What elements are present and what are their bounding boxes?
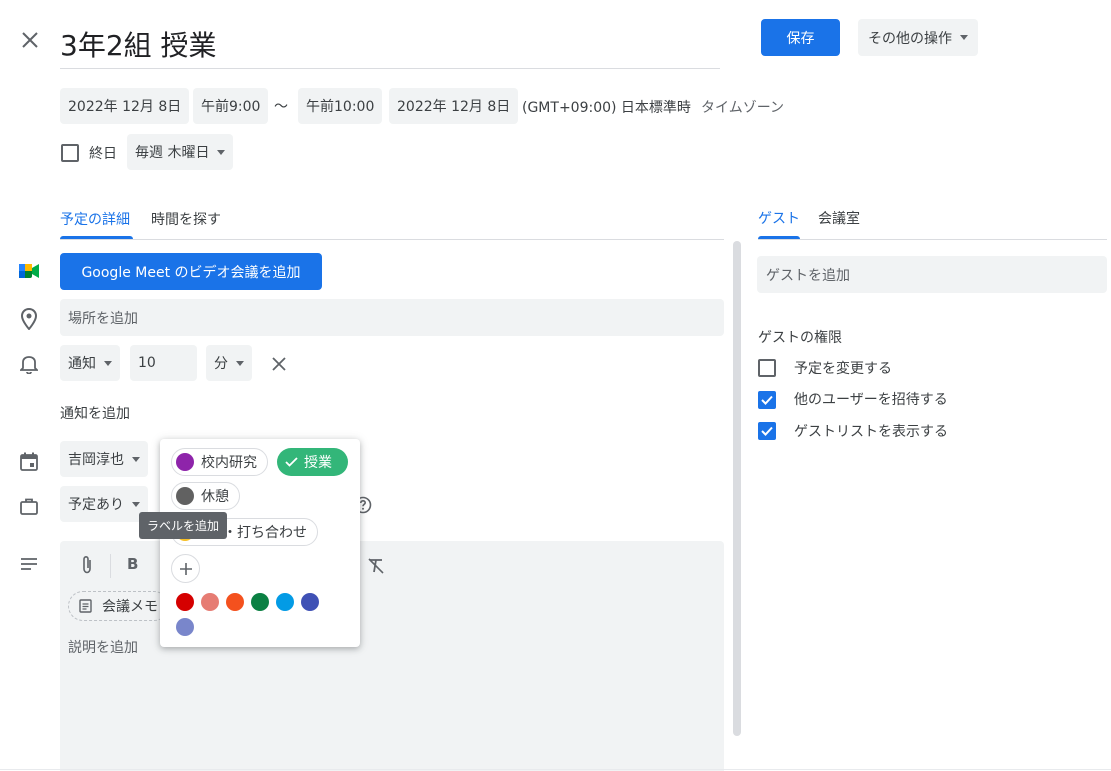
start-time-field[interactable]: 午前9:00: [193, 88, 269, 124]
right-tabs-divider: [758, 239, 1107, 240]
chevron-down-icon: [217, 149, 226, 155]
tab-rooms[interactable]: 会議室: [818, 208, 860, 228]
guest-permissions-title: ゲストの権限: [758, 330, 842, 346]
description-lines-icon: [18, 555, 40, 573]
label-color-dot: [176, 487, 194, 505]
label-name: 授業: [304, 455, 332, 471]
chevron-down-icon: [132, 501, 140, 507]
chevron-down-icon: [104, 360, 112, 366]
meeting-notes-chip[interactable]: 会議メモ: [68, 591, 169, 621]
start-date-field[interactable]: 2022年 12月 8日: [60, 88, 190, 124]
add-notification-link[interactable]: 通知を追加: [60, 403, 130, 423]
bottom-divider: [0, 769, 1111, 770]
notification-unit-dropdown[interactable]: 分: [206, 345, 252, 381]
color-swatch-tangerine[interactable]: [226, 593, 244, 611]
label-chip-class-selected[interactable]: 授業: [277, 448, 348, 476]
tab-find-time[interactable]: 時間を探す: [151, 209, 221, 229]
checkmark-icon: [761, 395, 773, 405]
notification-value-input[interactable]: 10: [130, 345, 197, 381]
all-day-label: 終日: [89, 146, 117, 162]
location-input[interactable]: 場所を追加: [60, 299, 724, 336]
notification-unit-label: 分: [214, 356, 228, 372]
checkmark-icon: [285, 457, 298, 467]
permission-see-guest-list-label: ゲストリストを表示する: [794, 424, 948, 440]
availability-dropdown[interactable]: 予定あり: [60, 486, 148, 522]
color-swatch-flamingo[interactable]: [201, 593, 219, 611]
label-popup: 校内研究 授業 休憩 ・打ち合わせ: [160, 439, 360, 647]
permission-modify-event-label: 予定を変更する: [794, 361, 892, 377]
add-label-button[interactable]: [171, 554, 200, 583]
timezone-text: (GMT+09:00) 日本標準時: [522, 100, 691, 116]
remove-notification-icon[interactable]: [269, 354, 289, 374]
bell-icon: [18, 353, 40, 375]
color-swatch-peacock[interactable]: [276, 593, 294, 611]
notification-type-dropdown[interactable]: 通知: [60, 345, 120, 381]
clear-formatting-icon[interactable]: [366, 556, 386, 576]
close-icon[interactable]: [18, 28, 42, 52]
briefcase-icon: [18, 495, 40, 517]
label-name: 校内研究: [201, 455, 257, 471]
permission-invite-others-label: 他のユーザーを招待する: [794, 392, 948, 408]
location-pin-icon: [18, 308, 40, 330]
end-date-field[interactable]: 2022年 12月 8日: [389, 88, 519, 124]
repeat-dropdown[interactable]: 毎週 木曜日: [127, 134, 234, 170]
attachment-icon[interactable]: [77, 555, 97, 575]
timezone-link[interactable]: タイムゾーン: [701, 97, 784, 117]
tab-event-details[interactable]: 予定の詳細: [60, 209, 130, 229]
tabs-divider: [60, 239, 724, 240]
title-underline: [60, 68, 720, 69]
label-color-dot: [176, 453, 194, 471]
all-day-checkbox[interactable]: [61, 144, 79, 162]
tab-guests[interactable]: ゲスト: [758, 208, 800, 228]
meeting-notes-label: 会議メモ: [102, 599, 158, 615]
add-google-meet-button[interactable]: Google Meet のビデオ会議を追加: [60, 253, 322, 290]
color-swatch-tomato[interactable]: [176, 593, 194, 611]
time-separator: 〜: [274, 99, 288, 115]
calendar-owner-dropdown[interactable]: 吉岡淳也: [60, 441, 148, 477]
bold-icon[interactable]: B: [127, 555, 138, 573]
calendar-owner-label: 吉岡淳也: [68, 452, 124, 468]
availability-label: 予定あり: [68, 497, 124, 513]
google-meet-icon: [18, 262, 40, 280]
more-actions-button[interactable]: その他の操作: [858, 19, 978, 56]
end-time-field[interactable]: 午前10:00: [298, 88, 383, 124]
label-name: ・打ち合わせ: [223, 525, 307, 541]
scrollbar[interactable]: [733, 241, 741, 736]
description-placeholder: 説明を追加: [68, 640, 138, 656]
repeat-label: 毎週 木曜日: [135, 145, 210, 161]
calendar-icon: [18, 450, 40, 472]
label-chip-break[interactable]: 休憩: [171, 482, 240, 510]
chevron-down-icon: [960, 35, 968, 40]
checkmark-icon: [761, 426, 773, 436]
color-swatch-blueberry[interactable]: [301, 593, 319, 611]
color-swatch-lavender[interactable]: [176, 618, 194, 636]
permission-see-guest-list-checkbox[interactable]: [758, 422, 776, 440]
notes-document-icon: [79, 599, 92, 613]
event-title-input[interactable]: 3年2組 授業: [60, 24, 217, 64]
notification-type-label: 通知: [68, 356, 96, 372]
permission-modify-event-checkbox[interactable]: [758, 359, 776, 377]
label-chip-school-research[interactable]: 校内研究: [171, 448, 268, 476]
more-actions-label: その他の操作: [868, 30, 952, 47]
add-label-tooltip: ラベルを追加: [139, 512, 228, 539]
color-swatch-basil[interactable]: [251, 593, 269, 611]
label-name: 休憩: [201, 489, 229, 505]
save-button[interactable]: 保存: [761, 19, 840, 56]
toolbar-divider: [110, 554, 111, 578]
chevron-down-icon: [132, 456, 140, 462]
add-guests-input[interactable]: ゲストを追加: [757, 256, 1107, 293]
plus-icon: [179, 562, 193, 576]
chevron-down-icon: [236, 360, 244, 366]
permission-invite-others-checkbox[interactable]: [758, 391, 776, 409]
